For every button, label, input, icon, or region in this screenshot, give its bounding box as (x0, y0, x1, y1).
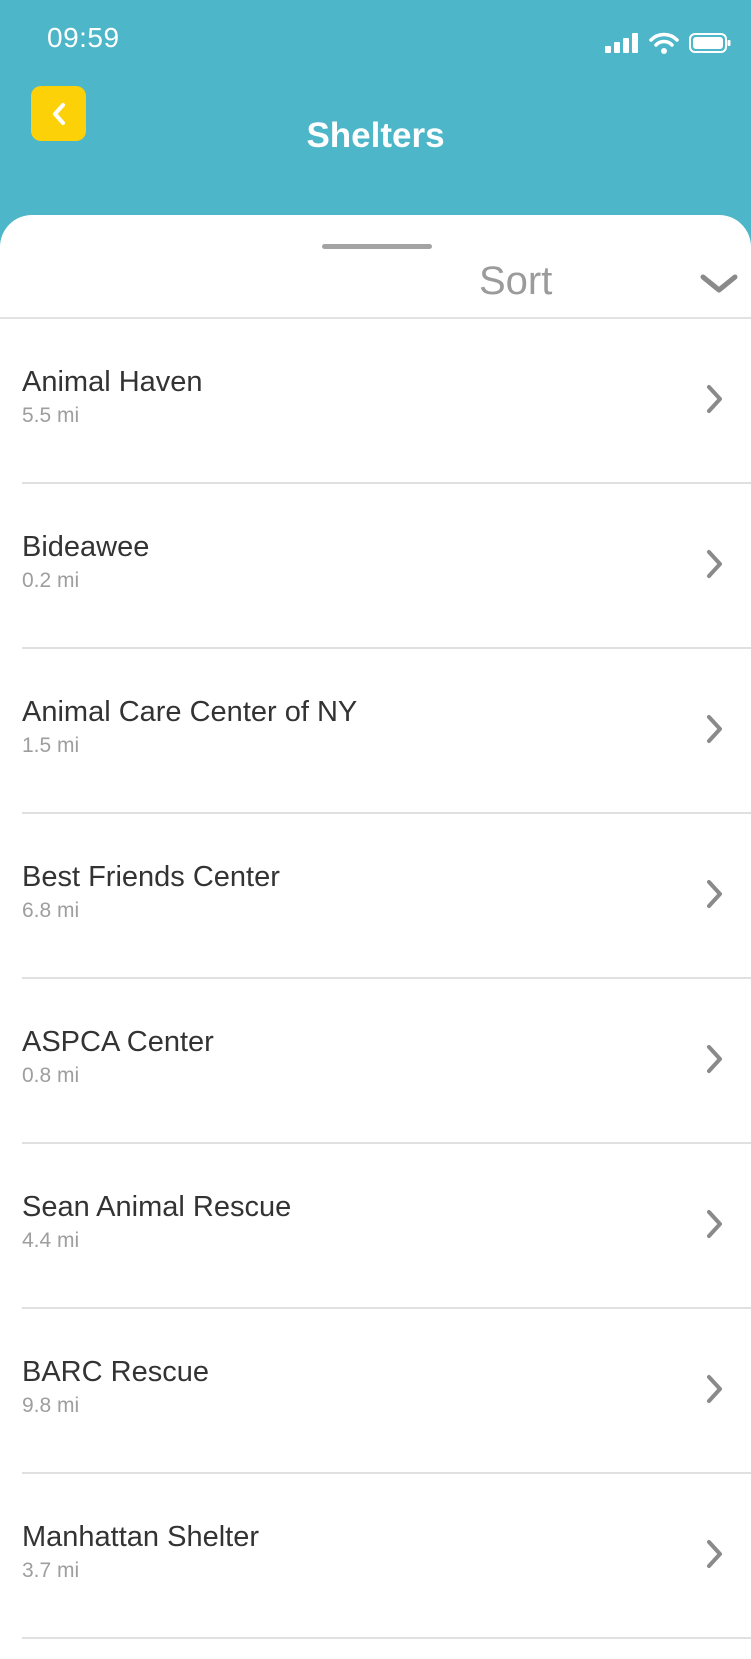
shelter-name: Animal Haven (22, 366, 203, 398)
sort-button[interactable]: Sort (0, 253, 751, 319)
list-item[interactable]: Bideawee 0.2 mi (0, 484, 751, 649)
chevron-right-icon (707, 715, 722, 743)
shelter-distance: 6.8 mi (22, 899, 80, 922)
shelter-distance: 3.7 mi (22, 1559, 80, 1582)
shelter-name: Bideawee (22, 531, 150, 563)
shelter-name: Best Friends Center (22, 861, 280, 893)
shelter-name: Sean Animal Rescue (22, 1191, 292, 1223)
chevron-right-icon (707, 1210, 722, 1238)
status-icons (605, 28, 731, 58)
shelter-distance: 0.8 mi (22, 1064, 80, 1087)
list-item[interactable]: Animal Haven 5.5 mi (0, 319, 751, 484)
chevron-right-icon (707, 880, 722, 908)
battery-icon (689, 33, 731, 53)
sort-label: Sort (479, 259, 553, 303)
list-item[interactable]: ASPCA Center 0.8 mi (0, 979, 751, 1144)
shelter-name: ASPCA Center (22, 1026, 214, 1058)
chevron-right-icon (707, 1540, 722, 1568)
wifi-icon (649, 32, 679, 54)
shelter-distance: 9.8 mi (22, 1394, 80, 1417)
chevron-down-icon (700, 274, 738, 293)
shelter-distance: 5.5 mi (22, 404, 80, 427)
bottom-sheet: Sort Animal Haven 5.5 mi Bideawee 0.2 mi… (0, 215, 751, 1659)
chevron-right-icon (707, 1045, 722, 1073)
list-item[interactable]: BARC Rescue 9.8 mi (0, 1309, 751, 1474)
chevron-right-icon (707, 550, 722, 578)
list-item[interactable]: Sean Animal Rescue 4.4 mi (0, 1144, 751, 1309)
signal-icon (605, 33, 638, 53)
chevron-right-icon (707, 385, 722, 413)
page-title: Shelters (306, 116, 445, 155)
shelter-list: Animal Haven 5.5 mi Bideawee 0.2 mi Anim… (0, 319, 751, 1639)
shelter-name: Manhattan Shelter (22, 1521, 259, 1553)
list-item[interactable]: Animal Care Center of NY 1.5 mi (0, 649, 751, 814)
list-item[interactable]: Manhattan Shelter 3.7 mi (0, 1474, 751, 1639)
shelter-distance: 1.5 mi (22, 734, 80, 757)
grab-handle[interactable] (322, 244, 432, 249)
divider (22, 1637, 751, 1639)
shelter-distance: 4.4 mi (22, 1229, 80, 1252)
shelter-name: Animal Care Center of NY (22, 696, 358, 728)
chevron-right-icon (707, 1375, 722, 1403)
status-time: 09:59 (47, 22, 120, 53)
list-item[interactable]: Best Friends Center 6.8 mi (0, 814, 751, 979)
shelter-name: BARC Rescue (22, 1356, 209, 1388)
shelter-distance: 0.2 mi (22, 569, 80, 592)
